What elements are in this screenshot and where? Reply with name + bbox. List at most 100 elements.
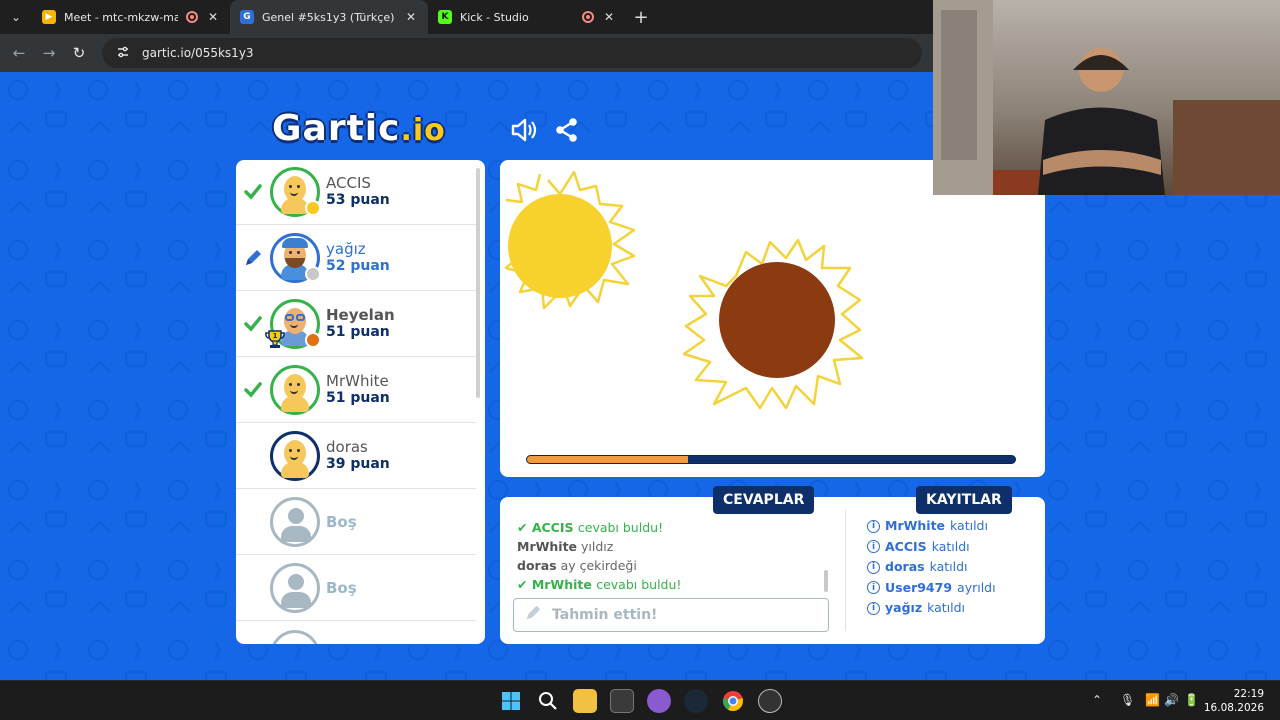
player-score: 51 puan — [326, 390, 390, 406]
chat-message: MrWhite yıldız — [517, 539, 614, 554]
tab-title: Kick - Studio — [460, 10, 529, 24]
trophy-icon: 1 — [264, 328, 286, 354]
panel-divider — [845, 509, 846, 631]
turn-timer-fill — [527, 456, 689, 463]
guess-input[interactable] — [552, 607, 812, 623]
new-tab-button[interactable]: + — [626, 7, 656, 28]
volume-icon[interactable]: 🔊 — [1164, 693, 1179, 707]
info-icon: i — [867, 581, 880, 595]
player-score: 39 puan — [326, 456, 390, 472]
player-list-scrollbar[interactable] — [476, 168, 480, 398]
drawing: . — [504, 170, 864, 410]
search-icon[interactable] — [536, 689, 560, 713]
file-explorer-icon[interactable] — [573, 689, 597, 713]
player-name: ACCIS — [326, 174, 371, 192]
microphone-icon[interactable]: 🎙 — [1120, 693, 1135, 707]
meet-icon: ▶ — [42, 10, 56, 24]
share-icon[interactable] — [551, 114, 583, 146]
windows-taskbar: ⌃ 🎙 📶 🔊 🔋 22:19 16.08.2026 — [0, 680, 1280, 720]
guess-input-box[interactable] — [513, 598, 829, 632]
tab-meet[interactable]: ▶ Meet - mtc-mkzw-mab ✕ — [32, 0, 230, 34]
chat-message: doras ay çekirdeği — [517, 558, 637, 573]
gartic-logo: Gartic.io — [272, 108, 446, 149]
avatar — [270, 233, 321, 283]
windows-start-icon[interactable] — [499, 689, 523, 713]
player-row: yağız 52 puan — [236, 226, 476, 291]
turn-timer-bar — [526, 455, 1016, 464]
chrome-icon[interactable] — [721, 689, 745, 713]
chat-message: ✔ MrWhite cevabı buldu! — [517, 577, 682, 592]
info-icon: i — [867, 519, 880, 533]
logs-title: KAYITLAR — [916, 486, 1012, 514]
forward-icon[interactable]: → — [34, 44, 64, 62]
close-tab-icon[interactable]: ✕ — [206, 10, 220, 24]
player-row: doras 39 puan — [236, 424, 476, 489]
kick-icon: K — [438, 10, 452, 24]
player-row: ACCIS 53 puan — [236, 160, 476, 225]
tab-title: Genel #5ks1y3 (Türkçe) - Gartic — [262, 10, 396, 24]
pencil-icon — [524, 604, 542, 626]
tab-search-chevron-icon[interactable]: ⌄ — [0, 0, 32, 34]
empty-avatar-icon — [270, 497, 320, 547]
player-name: Boş — [326, 578, 357, 597]
empty-slot[interactable]: Boş — [236, 490, 476, 555]
log-entry: i User9479 ayrıldı — [867, 578, 996, 599]
svg-text:1: 1 — [273, 332, 278, 340]
tab-title: Meet - mtc-mkzw-mab — [64, 10, 178, 24]
store-icon[interactable] — [610, 689, 634, 713]
player-row: 1 Heyelan 51 puan — [236, 292, 476, 357]
wifi-icon[interactable]: 📶 — [1145, 693, 1160, 707]
player-name: Heyelan — [326, 306, 395, 324]
gartic-icon: G — [240, 10, 254, 24]
log-entry: i doras katıldı — [867, 557, 996, 578]
info-icon: i — [867, 560, 880, 574]
empty-slot[interactable] — [236, 622, 476, 644]
tab-gartic[interactable]: G Genel #5ks1y3 (Türkçe) - Gartic ✕ — [230, 0, 428, 34]
answers-title: CEVAPLAR — [713, 486, 815, 514]
recording-icon — [582, 11, 594, 23]
check-icon — [236, 382, 270, 398]
url-text: gartic.io/055ks1y3 — [142, 46, 254, 60]
back-icon[interactable]: ← — [4, 44, 34, 62]
answers-scrollbar[interactable] — [824, 570, 828, 592]
chat-panel: CEVAPLAR KAYITLAR ✔ ACCIS cevabı buldu! … — [500, 486, 1045, 644]
player-score: 51 puan — [326, 324, 390, 340]
player-name: MrWhite — [326, 372, 389, 390]
pencil-icon — [236, 248, 270, 268]
steam-icon[interactable] — [684, 689, 708, 713]
player-score: 53 puan — [326, 192, 390, 208]
obs-icon[interactable] — [758, 689, 782, 713]
close-tab-icon[interactable]: ✕ — [602, 10, 616, 24]
battery-icon[interactable]: 🔋 — [1184, 693, 1199, 707]
recording-icon — [186, 11, 198, 23]
empty-avatar-icon — [270, 563, 320, 613]
site-settings-icon[interactable] — [116, 45, 130, 62]
tray-chevron-icon[interactable]: ⌃ — [1092, 693, 1102, 707]
status-badge — [305, 200, 321, 216]
avatar — [270, 167, 321, 217]
check-icon: ✔ — [517, 577, 532, 592]
status-badge — [305, 266, 321, 282]
close-tab-icon[interactable]: ✕ — [404, 10, 418, 24]
player-name: Boş — [326, 512, 357, 531]
check-icon: ✔ — [517, 520, 532, 535]
tab-kick[interactable]: K Kick - Studio ✕ — [428, 0, 626, 34]
reload-icon[interactable]: ↻ — [64, 44, 94, 62]
system-clock[interactable]: 22:19 16.08.2026 — [1204, 687, 1264, 715]
chat-message: ✔ ACCIS cevabı buldu! — [517, 520, 664, 535]
sound-icon[interactable] — [508, 114, 540, 146]
empty-slot[interactable]: Boş — [236, 556, 476, 621]
cat-app-icon[interactable] — [647, 689, 671, 713]
log-entry: i yağız katıldı — [867, 598, 996, 619]
player-name: doras — [326, 438, 368, 456]
webcam-overlay — [933, 0, 1280, 195]
drawing-canvas[interactable]: . — [500, 160, 1045, 477]
player-list: ACCIS 53 puan yağız 52 puan 1 Heyelan 51 pu… — [236, 160, 485, 644]
url-field[interactable]: gartic.io/055ks1y3 — [102, 38, 922, 68]
answers-list: ✔ ACCIS cevabı buldu! MrWhite yıldız dor… — [517, 518, 837, 594]
info-icon: i — [867, 601, 880, 615]
info-icon: i — [867, 540, 880, 554]
player-score: 52 puan — [326, 258, 390, 274]
player-row: MrWhite 51 puan — [236, 358, 476, 423]
avatar — [270, 365, 320, 415]
